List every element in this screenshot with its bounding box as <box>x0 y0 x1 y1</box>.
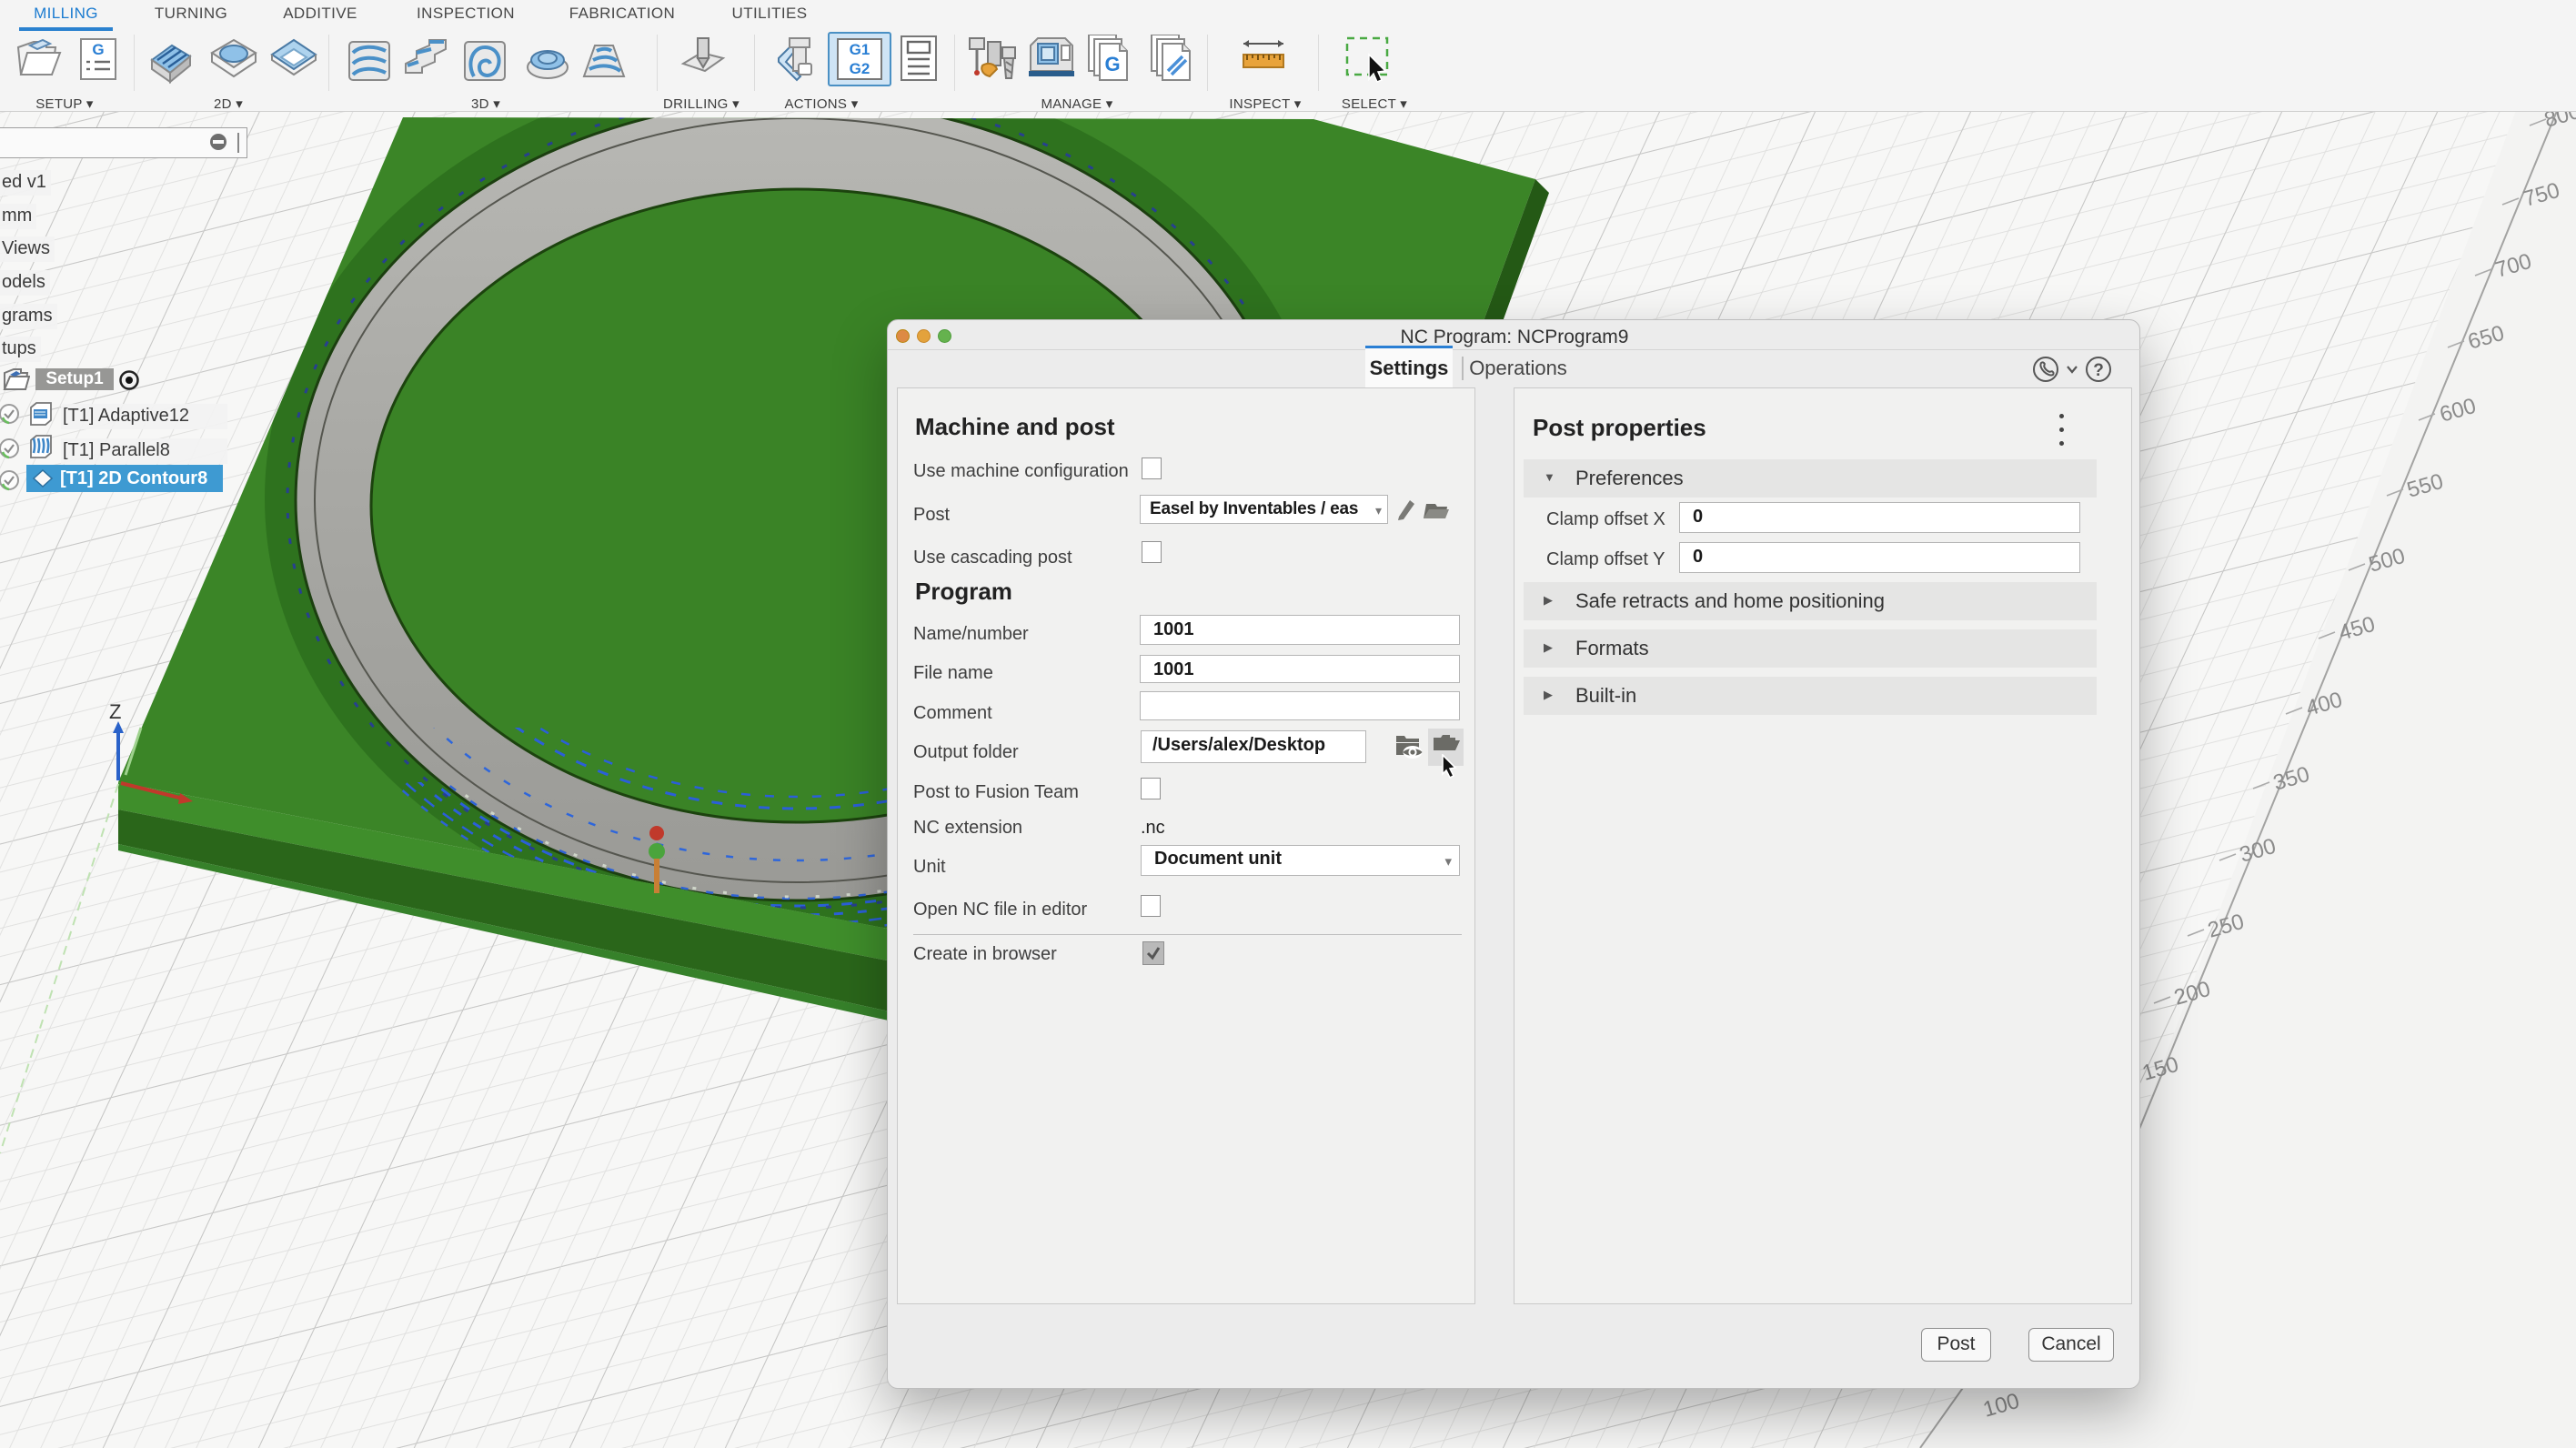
svg-text:550: 550 <box>2404 469 2446 503</box>
svg-text:600: 600 <box>2437 394 2479 427</box>
svg-text:100: 100 <box>1980 1389 2022 1423</box>
svg-text:Z: Z <box>109 700 121 723</box>
svg-text:G: G <box>1104 53 1120 75</box>
svg-text:650: 650 <box>2465 321 2507 355</box>
svg-text:350: 350 <box>2270 762 2312 796</box>
svg-text:?: ? <box>2093 361 2104 380</box>
svg-text:400: 400 <box>2303 688 2345 721</box>
svg-text:500: 500 <box>2366 544 2408 578</box>
svg-text:450: 450 <box>2336 612 2378 646</box>
